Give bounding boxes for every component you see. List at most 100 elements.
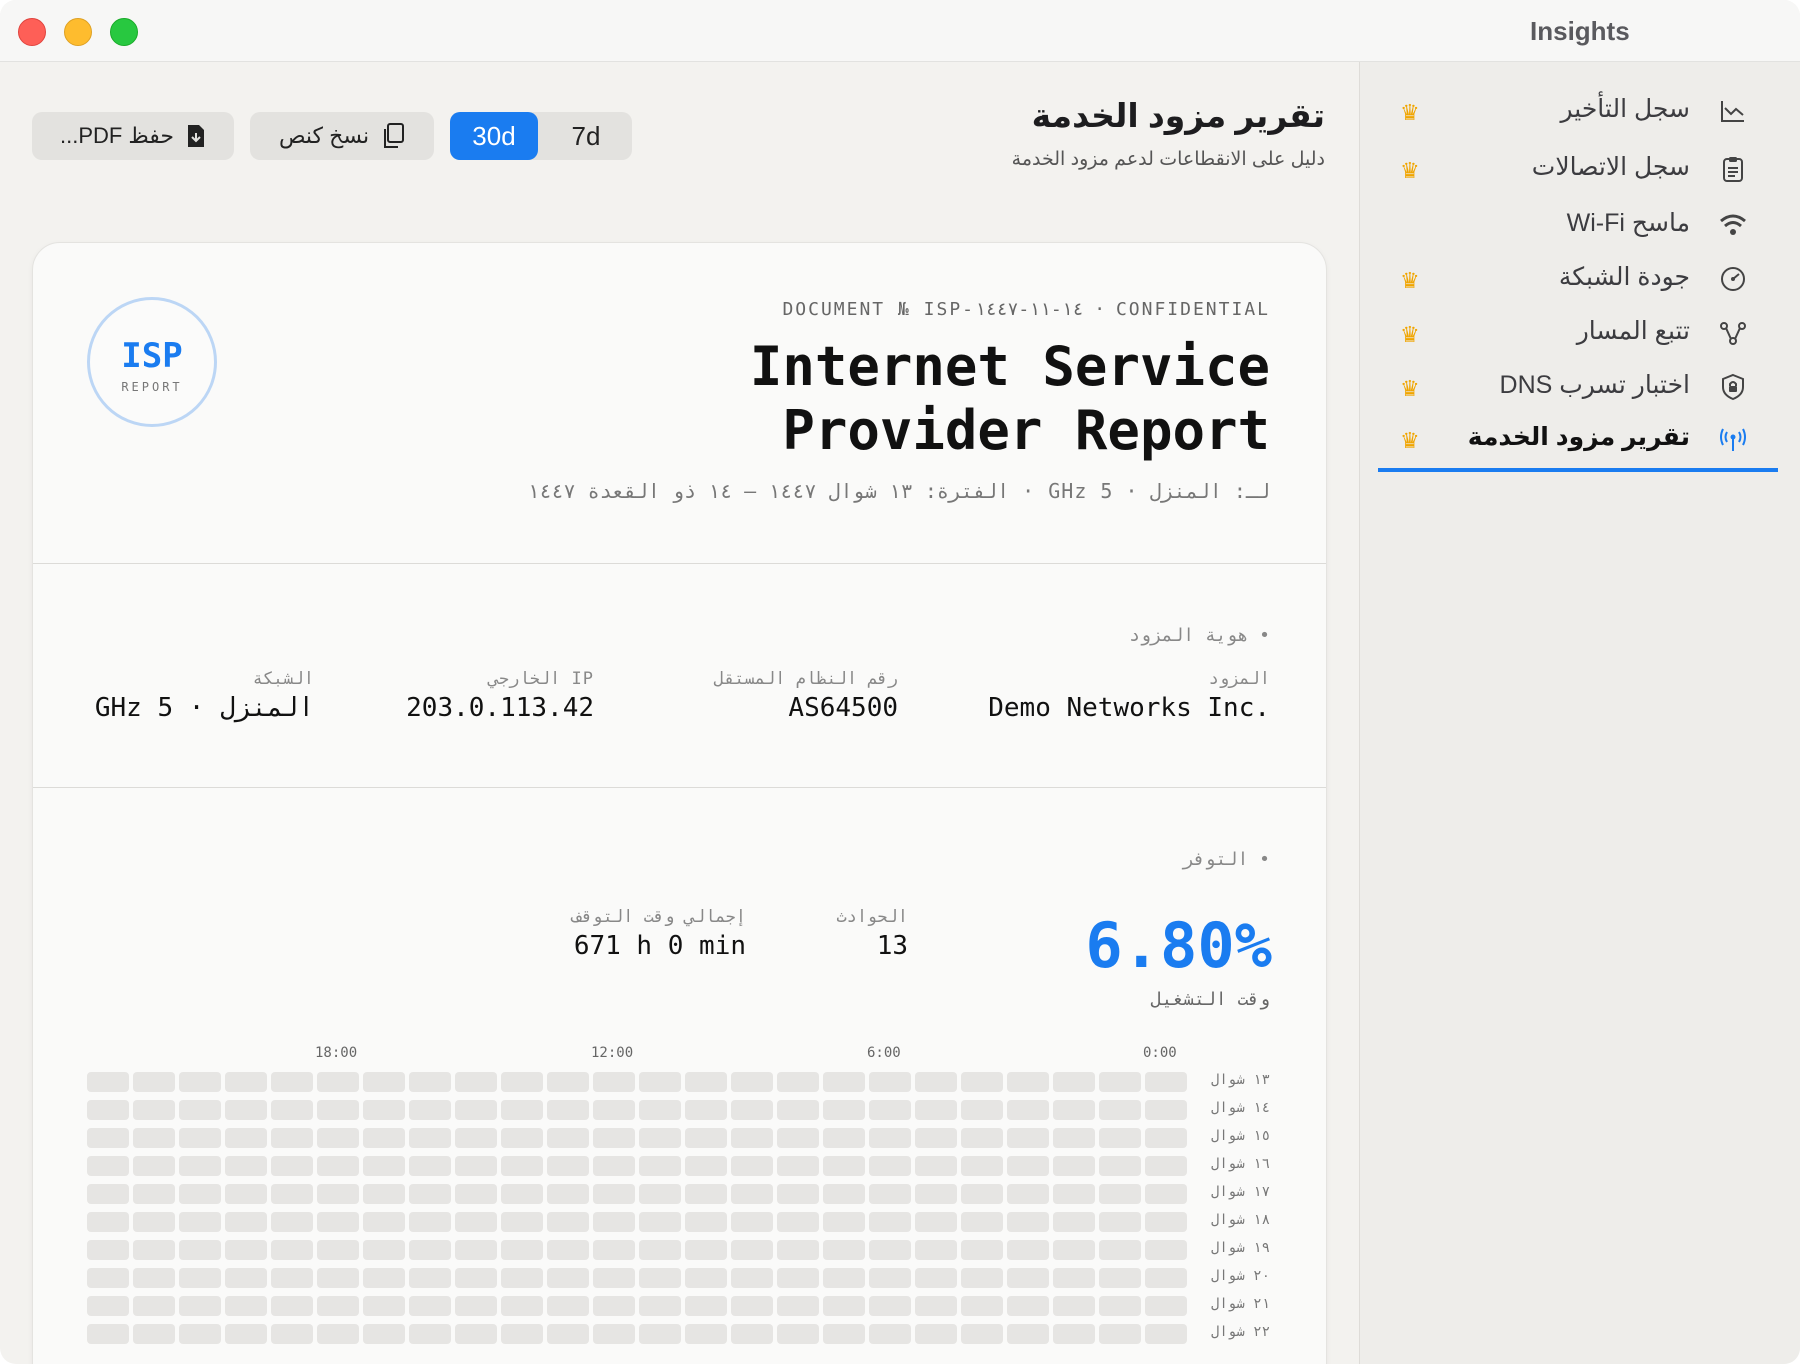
logo-subtext: REPORT <box>121 380 183 394</box>
heatmap-cell <box>593 1100 635 1120</box>
heatmap-cell <box>271 1184 313 1204</box>
hour-label: 12:00 <box>591 1045 634 1061</box>
heatmap-cell <box>547 1212 589 1232</box>
shield-icon <box>1722 373 1744 401</box>
minimize-window-button[interactable] <box>64 18 92 46</box>
heatmap-cell <box>455 1296 497 1316</box>
sidebar-item-label: سجل التأخير <box>1560 95 1690 123</box>
heatmap-cell <box>87 1324 129 1344</box>
sidebar-item-wifi-scanner[interactable]: ماسح Wi-Fi <box>1378 198 1778 254</box>
heatmap-cell <box>317 1128 359 1148</box>
document-download-icon <box>188 125 205 147</box>
heatmap-cell <box>87 1072 129 1092</box>
heatmap-cell <box>87 1100 129 1120</box>
save-pdf-button[interactable]: حفظ PDF... <box>32 112 234 160</box>
heatmap-cell <box>409 1268 451 1288</box>
heatmap-cell <box>685 1072 727 1092</box>
heatmap-cell <box>915 1212 957 1232</box>
heatmap-cell <box>593 1156 635 1176</box>
heatmap-cell <box>133 1184 175 1204</box>
heatmap-cell <box>685 1268 727 1288</box>
save-pdf-label: حفظ PDF... <box>59 123 175 148</box>
heatmap-cell <box>455 1156 497 1176</box>
heatmap-cell <box>87 1184 129 1204</box>
heatmap-cell <box>1145 1100 1187 1120</box>
heatmap-cell <box>1099 1128 1141 1148</box>
heatmap-cell <box>271 1240 313 1260</box>
sidebar-item-traceroute[interactable]: ♛ تتبع المسار <box>1378 306 1778 362</box>
heatmap-cell <box>823 1324 865 1344</box>
heatmap-cell <box>961 1240 1003 1260</box>
heatmap-cell <box>731 1268 773 1288</box>
report-document: ISP REPORT DOCUMENT № ISP-١٤-١١-١٤٤٧ · C… <box>32 242 1327 1364</box>
downtime-label: إجمالي وقت التوقف <box>572 907 746 927</box>
heatmap-cell <box>639 1212 681 1232</box>
heatmap-cell <box>869 1296 911 1316</box>
zoom-window-button[interactable] <box>110 18 138 46</box>
document-number: DOCUMENT № ISP-١٤-١١-١٤٤٧ · CONFIDENTIAL <box>782 299 1270 320</box>
heatmap-cell <box>179 1240 221 1260</box>
heatmap-cell <box>501 1156 543 1176</box>
heatmap-cell <box>1007 1296 1049 1316</box>
crown-icon: ♛ <box>1400 322 1420 347</box>
heatmap-cell <box>961 1128 1003 1148</box>
heatmap-cell <box>731 1128 773 1148</box>
heatmap-cell <box>179 1296 221 1316</box>
heatmap-cell <box>409 1100 451 1120</box>
sidebar-item-isp-report[interactable]: ♛ تقرير مزود الخدمة <box>1378 412 1778 472</box>
copy-as-text-button[interactable]: نسخ كنص <box>250 112 434 160</box>
heatmap-cell <box>179 1100 221 1120</box>
heatmap-cell <box>455 1128 497 1148</box>
heatmap-cell <box>731 1324 773 1344</box>
external-ip-value: 203.0.113.42 <box>406 693 594 723</box>
heatmap-cell <box>593 1212 635 1232</box>
sidebar-item-connection-log[interactable]: ♛ سجل الاتصالات <box>1378 142 1778 198</box>
heatmap-cell <box>271 1128 313 1148</box>
heatmap-cell <box>179 1072 221 1092</box>
heatmap-cell <box>409 1156 451 1176</box>
sidebar-item-network-quality[interactable]: ♛ جودة الشبكة <box>1378 252 1778 308</box>
sidebar-item-dns-leak-test[interactable]: ♛ اختبار تسرب DNS <box>1378 360 1778 416</box>
heatmap-cell <box>777 1324 819 1344</box>
heatmap-cell <box>1099 1184 1141 1204</box>
heatmap-cell <box>409 1324 451 1344</box>
heatmap-cell <box>823 1240 865 1260</box>
heatmap-cell <box>547 1072 589 1092</box>
heatmap-cell <box>685 1240 727 1260</box>
heatmap-cell <box>1007 1156 1049 1176</box>
heatmap-cell <box>823 1184 865 1204</box>
heatmap-day-label: ٢٢ شوال <box>1210 1324 1270 1340</box>
crown-icon: ♛ <box>1400 158 1420 183</box>
heatmap-cell <box>823 1100 865 1120</box>
heatmap-cell <box>777 1100 819 1120</box>
heatmap-day-label: ١٨ شوال <box>1210 1212 1270 1228</box>
copy-icon <box>384 123 405 148</box>
heatmap-cell <box>685 1128 727 1148</box>
heatmap-cell <box>1007 1072 1049 1092</box>
heatmap-cell <box>685 1184 727 1204</box>
heatmap-cell <box>1053 1156 1095 1176</box>
close-window-button[interactable] <box>18 18 46 46</box>
heatmap-cell <box>1053 1128 1095 1148</box>
heatmap-cell <box>1099 1268 1141 1288</box>
heatmap-cell <box>685 1324 727 1344</box>
range-option-7d[interactable]: 7d <box>542 112 630 160</box>
heatmap-cell <box>547 1324 589 1344</box>
heatmap-cell <box>455 1240 497 1260</box>
heatmap-cell <box>869 1100 911 1120</box>
crown-icon: ♛ <box>1400 268 1420 293</box>
heatmap-cell <box>823 1128 865 1148</box>
heatmap-cell <box>685 1296 727 1316</box>
heatmap-cell <box>363 1240 405 1260</box>
range-option-30d[interactable]: 30d <box>450 112 538 160</box>
sidebar-item-latency-log[interactable]: ♛ سجل التأخير <box>1378 84 1778 140</box>
network-label: الشبكة <box>252 669 314 689</box>
sidebar-item-label: تقرير مزود الخدمة <box>1467 423 1690 451</box>
heatmap-cell <box>1145 1324 1187 1344</box>
asn-label: رقم النظام المستقل <box>713 669 898 689</box>
heatmap-cell <box>593 1296 635 1316</box>
heatmap-cell <box>639 1240 681 1260</box>
heatmap-cell <box>915 1072 957 1092</box>
heatmap-cell <box>1053 1100 1095 1120</box>
incidents-value: 13 <box>876 931 908 961</box>
